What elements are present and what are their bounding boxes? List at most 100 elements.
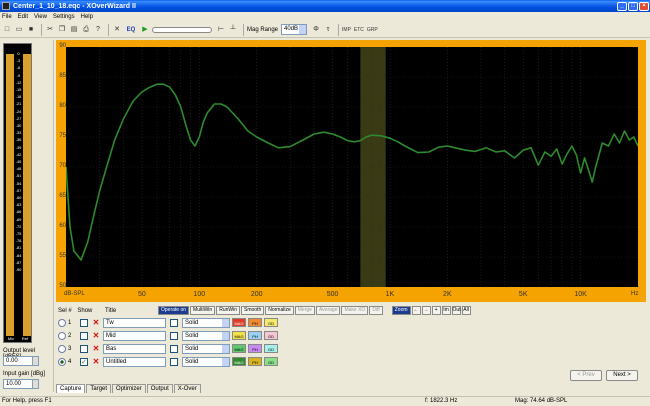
menu-settings[interactable]: Settings xyxy=(53,14,75,20)
make-xo-button[interactable]: Make XO xyxy=(341,305,369,315)
set-radio[interactable] xyxy=(58,357,66,366)
set-col-header: Sel # xyxy=(58,308,72,314)
tab-output[interactable]: Output xyxy=(146,384,173,393)
gd-color-chip[interactable]: GD xyxy=(264,344,278,353)
next-button[interactable]: Next > xyxy=(606,370,638,381)
input-gain-spinner[interactable] xyxy=(32,380,38,388)
zoom-out-button[interactable]: Out xyxy=(451,305,461,315)
open-folder-icon[interactable]: ▭ xyxy=(14,25,24,35)
set-radio[interactable] xyxy=(58,344,66,353)
grp-button[interactable]: GRP xyxy=(367,27,378,33)
tab-x-over[interactable]: X-Over xyxy=(173,384,201,393)
tab-capture[interactable]: Capture xyxy=(56,384,86,393)
line-style-select[interactable]: Solid xyxy=(182,330,230,341)
normalize-button[interactable]: Normalize xyxy=(265,305,294,315)
tab-optimizer[interactable]: Optimizer xyxy=(112,384,146,393)
minimize-icon[interactable]: _ xyxy=(617,1,627,11)
runwin-button[interactable]: RunWin xyxy=(216,305,240,315)
phase-icon[interactable]: Φ xyxy=(311,25,321,35)
average-button[interactable]: Average xyxy=(315,305,341,315)
delete-icon[interactable]: ✕ xyxy=(92,357,100,366)
marker-icon[interactable]: ⊢ xyxy=(216,25,226,35)
set-title-input[interactable]: Untitled xyxy=(103,356,166,367)
set-radio[interactable] xyxy=(58,331,66,340)
menu-help[interactable]: Help xyxy=(81,14,93,20)
input-gain-input[interactable]: 10.00 xyxy=(3,379,39,389)
eq-button[interactable]: EQ xyxy=(124,25,138,35)
menu-edit[interactable]: Edit xyxy=(18,14,28,20)
set-row: 2 ✕ Mid Solid MAG PH GD xyxy=(58,330,280,341)
line-style-select[interactable]: Solid xyxy=(182,317,230,328)
help-icon[interactable]: ? xyxy=(93,25,103,35)
group-delay-icon[interactable]: τ xyxy=(323,25,333,35)
phase-color-chip[interactable]: PH xyxy=(248,318,262,327)
lock-checkbox[interactable] xyxy=(170,331,178,340)
close-icon[interactable]: × xyxy=(639,1,649,11)
delete-icon[interactable]: ✕ xyxy=(92,344,100,353)
copy-icon[interactable]: ❐ xyxy=(57,25,67,35)
meter-scale-tick: -21 xyxy=(15,101,22,107)
measure-icon[interactable]: ✕ xyxy=(112,25,122,35)
menu-view[interactable]: View xyxy=(34,14,47,20)
delete-icon[interactable]: ✕ xyxy=(92,318,100,327)
save-icon[interactable]: ■ xyxy=(26,25,36,35)
show-checkbox[interactable] xyxy=(80,318,88,327)
multiwin-button[interactable]: MultiWin xyxy=(190,305,216,315)
status-bar: For Help, press F1 f: 1822.3 Hz Mag: 74.… xyxy=(0,396,650,406)
lock-checkbox[interactable] xyxy=(170,344,178,353)
mag-color-chip[interactable]: MAG xyxy=(232,318,246,327)
diff-button[interactable]: Diff xyxy=(369,305,383,315)
line-style-select[interactable]: Solid xyxy=(182,343,230,354)
gd-color-chip[interactable]: GD xyxy=(264,357,278,366)
etc-button[interactable]: ETC xyxy=(354,27,364,33)
gd-color-chip[interactable]: GD xyxy=(264,318,278,327)
zoom-right-button[interactable]: → xyxy=(421,305,431,315)
set-title-input[interactable]: Mid xyxy=(103,330,166,341)
set-title-input[interactable]: Bas xyxy=(103,343,166,354)
maximize-icon[interactable]: □ xyxy=(628,1,638,11)
show-checkbox[interactable] xyxy=(80,331,88,340)
cursor-icon[interactable]: ┴ xyxy=(228,25,238,35)
volume-slider[interactable] xyxy=(152,26,212,33)
tab-target[interactable]: Target xyxy=(86,384,112,393)
phase-color-chip[interactable]: PH xyxy=(248,357,262,366)
zoom-all-button[interactable]: All xyxy=(461,305,471,315)
menu-file[interactable]: File xyxy=(2,14,12,20)
operate-on-label: Operate on xyxy=(158,305,190,315)
play-icon[interactable]: ▶ xyxy=(140,25,150,35)
mag-color-chip[interactable]: MAG xyxy=(232,357,246,366)
output-level-input[interactable]: 0.00 xyxy=(3,356,39,366)
output-level-spinner[interactable] xyxy=(32,357,38,365)
print-icon[interactable]: ⎙ xyxy=(81,25,91,35)
mag-range-select[interactable]: 40dB xyxy=(281,24,308,35)
smooth-button[interactable]: Smooth xyxy=(241,305,265,315)
zoom-left-button[interactable]: ← xyxy=(411,305,421,315)
delete-icon[interactable]: ✕ xyxy=(92,331,100,340)
show-checkbox[interactable]: ✓ xyxy=(80,357,88,366)
set-title-input[interactable]: Tw xyxy=(103,317,166,328)
mag-color-chip[interactable]: MAG xyxy=(232,331,246,340)
zoom-in-button[interactable]: Im xyxy=(441,305,451,315)
meter-scale-tick: -9 xyxy=(16,72,21,78)
cut-icon[interactable]: ✂ xyxy=(45,25,55,35)
phase-color-chip[interactable]: PH xyxy=(248,331,262,340)
paste-icon[interactable]: ▤ xyxy=(69,25,79,35)
gd-color-chip[interactable]: GD xyxy=(264,331,278,340)
lock-checkbox[interactable] xyxy=(170,318,178,327)
phase-color-chip[interactable]: PH xyxy=(248,344,262,353)
meter-scale-tick: -87 xyxy=(15,259,22,265)
meter-scale-tick: -36 xyxy=(15,137,22,143)
prev-button[interactable]: < Prev xyxy=(570,370,602,381)
set-radio[interactable] xyxy=(58,318,66,327)
imp-button[interactable]: IMP xyxy=(342,27,351,33)
lock-checkbox[interactable] xyxy=(170,357,178,366)
show-checkbox[interactable] xyxy=(80,344,88,353)
merge-button[interactable]: Merge xyxy=(294,305,315,315)
meter-scale-tick: -66 xyxy=(15,209,22,215)
zoom-plus-button[interactable]: + xyxy=(431,305,441,315)
frequency-response-plot[interactable] xyxy=(66,47,638,287)
mag-color-chip[interactable]: MAG xyxy=(232,344,246,353)
y-tick-label: 50 xyxy=(59,283,66,289)
new-file-icon[interactable]: □ xyxy=(2,25,12,35)
line-style-select[interactable]: Solid xyxy=(182,356,230,367)
